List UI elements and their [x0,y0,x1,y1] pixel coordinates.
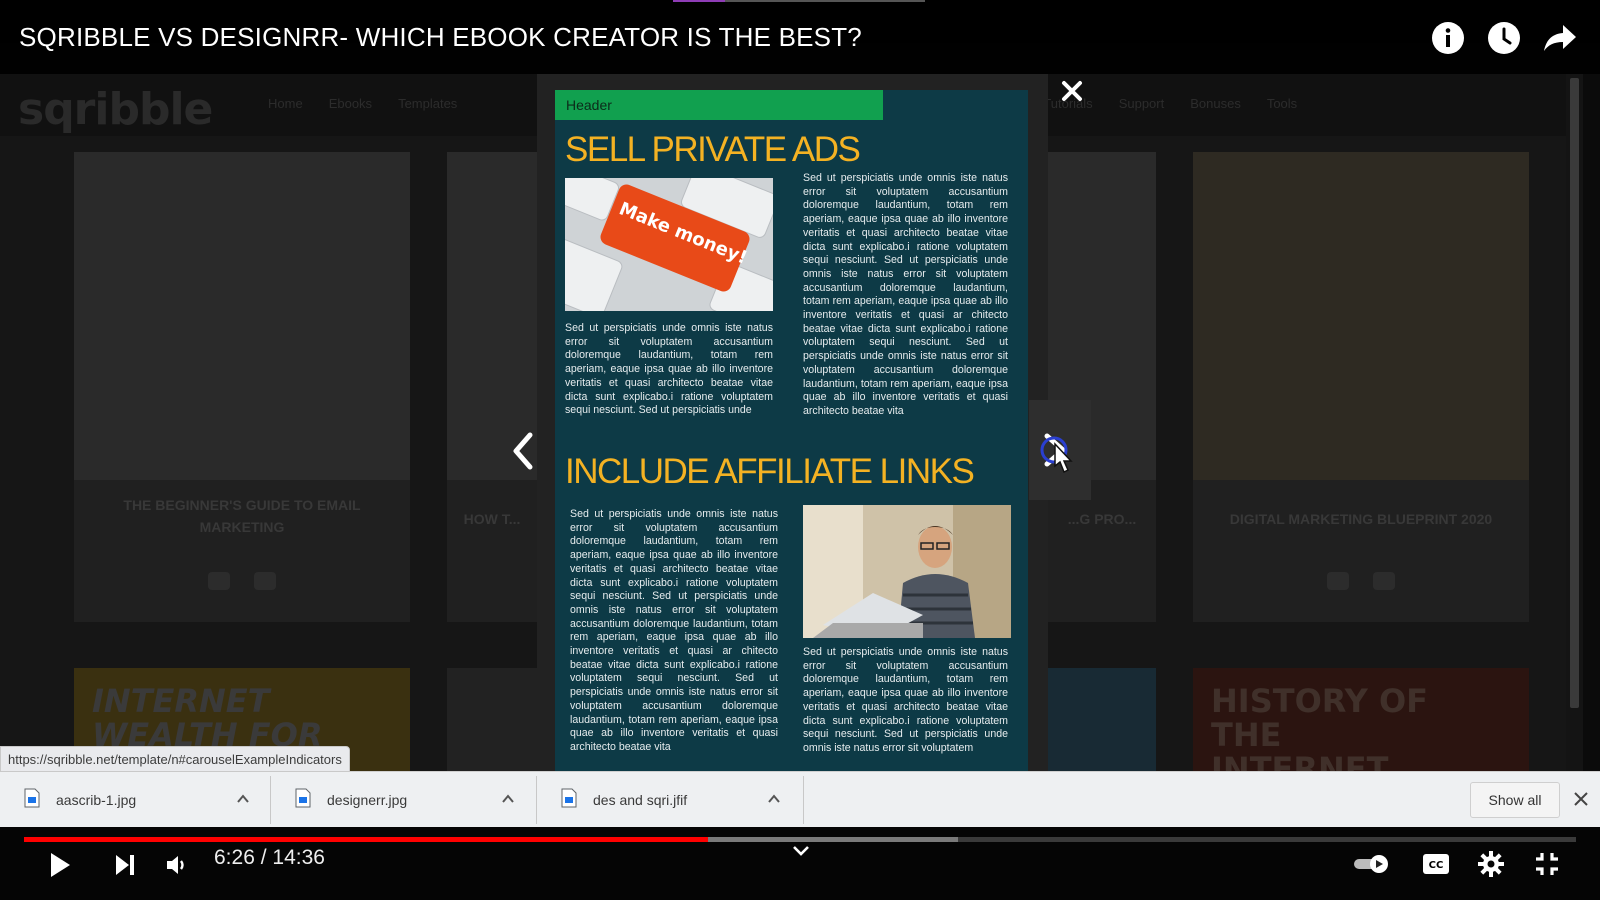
download-filename: designerr.jpg [327,792,408,808]
template-card-lower [1048,668,1156,771]
volume-button[interactable] [162,849,194,881]
card-title: THE BEGINNER'S GUIDE TO EMAIL MARKETING [123,497,361,535]
autoplay-toggle-icon [1354,855,1388,873]
download-filename: aascrib-1.jpg [56,792,137,808]
template-card-lower: HISTORY OF THE INTERNET [1193,668,1529,786]
close-modal-button[interactable] [1057,76,1087,106]
download-item[interactable]: designerr.jpg [271,776,537,824]
image-file-icon [561,788,577,808]
time-display: 6:26 / 14:36 [214,846,325,870]
exit-fullscreen-icon [1536,853,1558,875]
ebook-header-bar: Header [555,90,883,120]
image-file-icon [24,788,40,808]
chevron-up-icon[interactable] [765,790,783,808]
nav-item: Ebooks [328,96,373,111]
next-slide-button[interactable] [1029,400,1091,500]
view-icon [1327,572,1349,590]
autoplay-toggle[interactable] [1352,851,1392,877]
card-title: ...G PRO... [1067,511,1137,527]
info-icon[interactable] [1430,20,1466,56]
link-status-url: https://sqribble.net/template/n#carousel… [0,746,350,772]
exit-fullscreen-button[interactable] [1531,849,1563,879]
chevron-right-icon [1040,433,1073,474]
card-actions [74,572,410,590]
nav-item: Templates [398,96,458,111]
ebook-paragraph: Sed ut perspiciatis unde omnis iste natu… [565,322,773,417]
show-all-downloads-button[interactable]: Show all [1470,782,1560,818]
chevron-down-icon [793,846,809,856]
skip-next-icon [116,855,134,875]
gear-icon [1478,851,1504,877]
watch-later-icon[interactable] [1486,20,1522,56]
template-card: ...G PRO... [1048,152,1156,622]
image-file-icon [295,788,311,808]
player-controls: 6:26 / 14:36 CC [0,827,1600,900]
duration: 14:36 [272,846,325,869]
expand-chapters-button[interactable] [788,839,814,863]
template-card: DIGITAL MARKETING BLUEPRINT 2020 [1193,152,1529,622]
captions-button[interactable]: CC [1420,849,1452,879]
man-with-laptop-image [803,505,1011,638]
chapter-indicator [673,0,925,2]
nav-item: Tools [1266,96,1298,111]
nav-item: Support [1118,96,1165,111]
svg-text:CC: CC [1429,860,1444,871]
chevron-up-icon[interactable] [234,790,252,808]
play-button[interactable] [44,849,76,881]
card-thumbnail [1193,152,1529,480]
sqribble-logo: sqribble [18,84,213,135]
card-title: HOW T... [463,511,521,527]
play-icon [51,853,70,877]
card-actions [1193,572,1529,590]
ebook-page-preview: Header SELL PRIVATE ADS Make money! Sed … [555,90,1028,771]
downloads-bar: aascrib-1.jpg designerr.jpg des and sqri… [0,771,1600,827]
download-filename: des and sqri.jfif [593,792,688,808]
ebook-paragraph: Sed ut perspiciatis unde omnis iste natu… [570,508,778,753]
next-video-button[interactable] [109,849,141,881]
download-item[interactable]: des and sqri.jfif [537,776,804,824]
volume-icon [167,856,184,874]
time-separator: / [254,846,273,869]
section-title-affiliate: INCLUDE AFFILIATE LINKS [565,452,975,491]
captions-icon: CC [1423,854,1449,874]
nav-item: Bonuses [1190,96,1241,111]
played-bar [24,837,709,842]
share-icon[interactable] [1542,20,1578,56]
chevron-left-icon [513,432,533,470]
video-title[interactable]: SQRIBBLE VS DESIGNRR- WHICH EBOOK CREATO… [19,22,862,53]
ebook-paragraph: Sed ut perspiciatis unde omnis iste natu… [803,172,1008,417]
current-time: 6:26 [214,846,255,869]
video-title-bar: SQRIBBLE VS DESIGNRR- WHICH EBOOK CREATO… [0,0,1600,74]
nav-item: Home [268,96,303,111]
close-icon [1062,81,1082,101]
video-player[interactable]: sqribble Home Ebooks Templates Tutorials… [0,0,1600,900]
card-title: DIGITAL MARKETING BLUEPRINT 2020 [1229,511,1493,527]
settings-button[interactable] [1475,849,1507,879]
section-title-ads: SELL PRIVATE ADS [565,130,861,169]
make-money-keyboard-image: Make money! [565,178,773,311]
ebook-paragraph: Sed ut perspiciatis unde omnis iste natu… [803,646,1008,754]
use-icon [254,572,276,590]
close-icon[interactable] [1570,788,1592,810]
view-icon [208,572,230,590]
previous-slide-button[interactable] [501,426,545,476]
card-thumbnail [74,152,410,480]
chevron-up-icon[interactable] [499,790,517,808]
use-icon [1373,572,1395,590]
page-scrollbar[interactable] [1566,74,1583,771]
template-card: THE BEGINNER'S GUIDE TO EMAIL MARKETING [74,152,410,622]
template-card: HOW T... [447,152,537,622]
template-card-lower [447,668,537,771]
scrollbar-thumb[interactable] [1570,78,1579,708]
download-item[interactable]: aascrib-1.jpg [0,776,271,824]
